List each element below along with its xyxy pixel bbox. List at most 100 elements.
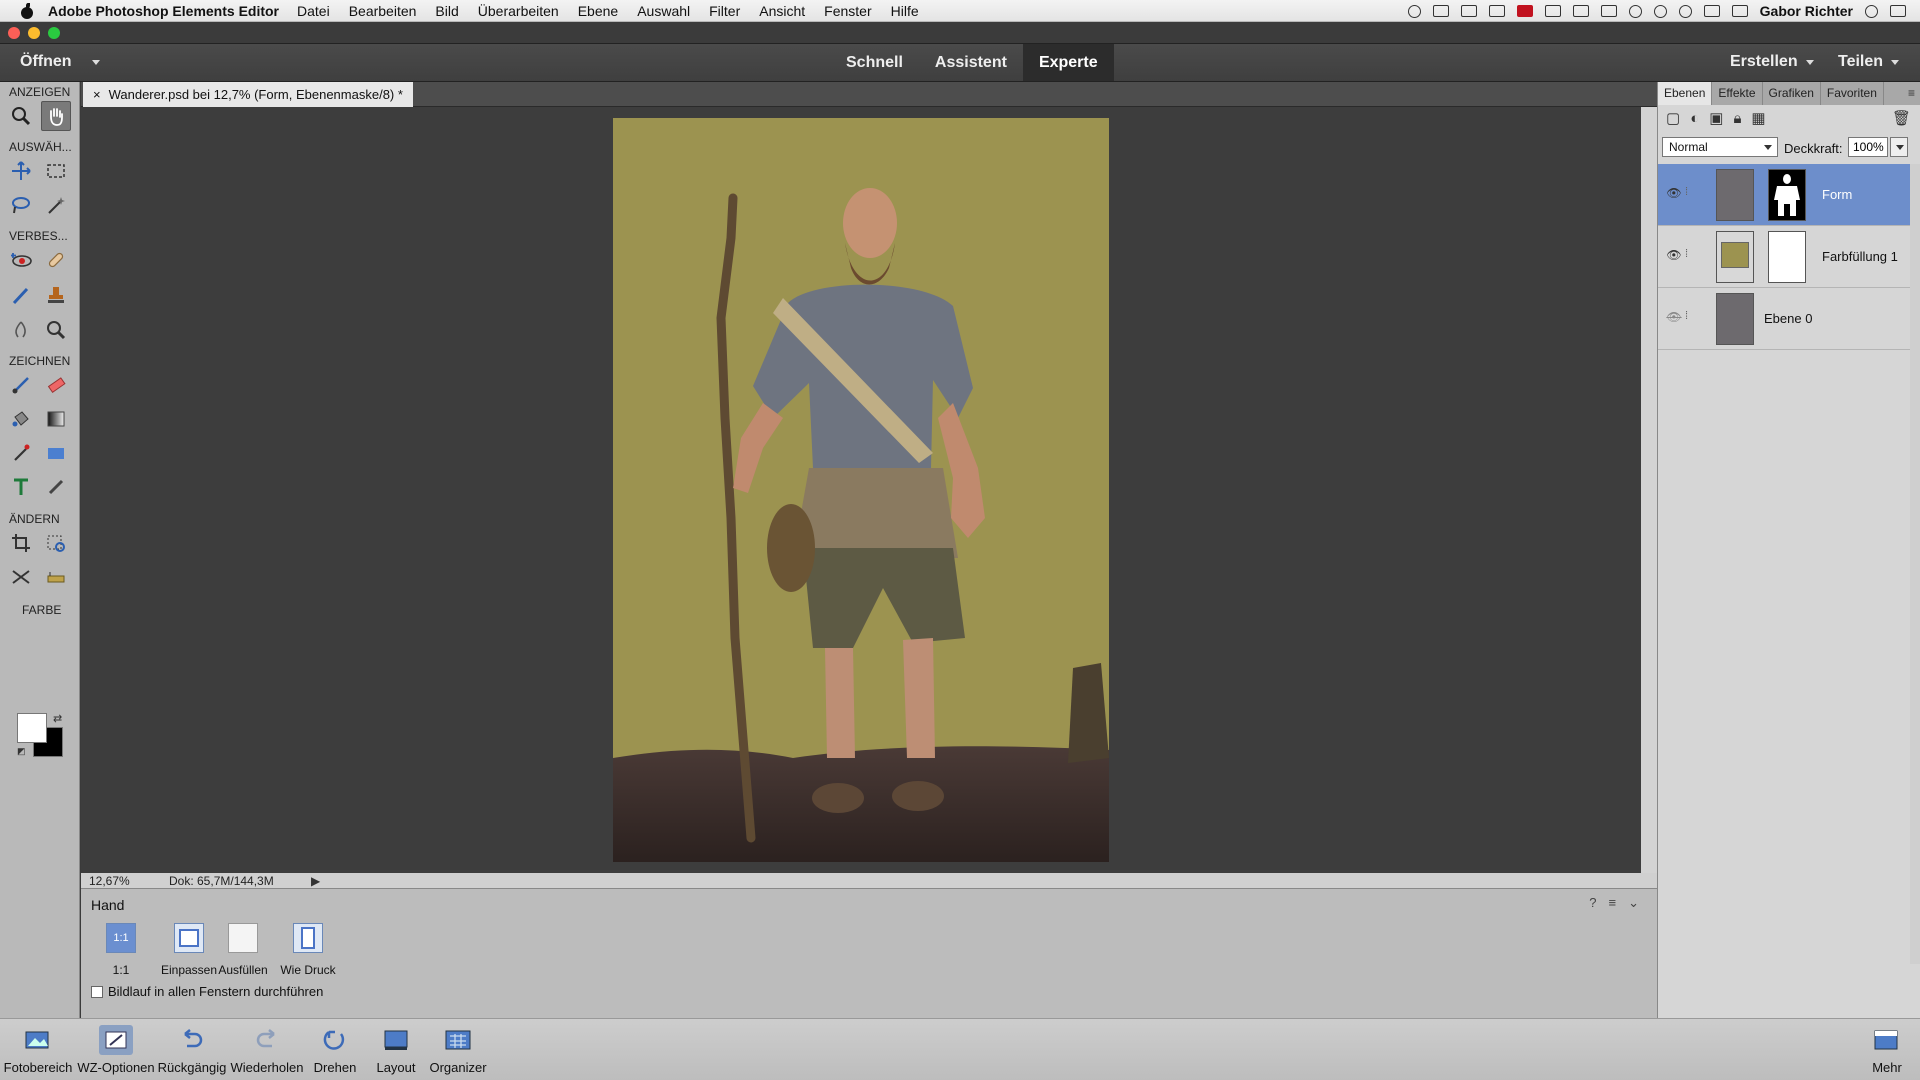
list-icon[interactable] [1890,5,1906,17]
eye-icon[interactable]: 👁︎ [1666,186,1682,202]
wifi-icon[interactable] [1678,4,1692,18]
collapse-options-icon[interactable]: ⌄ [1628,895,1639,911]
tab-ebenen[interactable]: Ebenen [1658,82,1713,105]
tab-grafiken[interactable]: Grafiken [1763,82,1821,105]
menu-ansicht[interactable]: Ansicht [759,3,805,19]
tab-experte[interactable]: Experte [1022,44,1114,81]
open-button[interactable]: Öffnen [20,53,100,71]
lock-transparency-icon[interactable]: ▦ [1751,109,1765,127]
rectangle-shape-tool-icon[interactable] [41,438,71,468]
eject-icon[interactable] [1703,5,1720,17]
menu-auswahl[interactable]: Auswahl [637,3,690,19]
opacity-input[interactable]: 100% [1848,137,1888,157]
app-name-menu[interactable]: Adobe Photoshop Elements Editor [48,3,279,19]
eyedropper-tool-icon[interactable] [6,438,36,468]
time-machine-icon[interactable] [1628,4,1642,18]
smart-brush-tool-icon[interactable] [6,280,36,310]
blur-tool-icon[interactable] [6,315,36,345]
search-icon[interactable] [1865,4,1878,18]
options-menu-icon[interactable]: ≡ [1609,895,1617,911]
crop-tool-icon[interactable] [6,528,36,558]
menu-ueberarbeiten[interactable]: Überarbeiten [478,3,559,19]
menu-fenster[interactable]: Fenster [824,3,871,19]
hand-tool-icon[interactable] [41,101,71,131]
menu-filter[interactable]: Filter [709,3,740,19]
print-size-button[interactable]: Wie Druck [268,923,348,977]
gradient-tool-icon[interactable] [41,404,71,434]
document-tab[interactable]: × Wanderer.psd bei 12,7% (Form, Ebenenma… [83,82,413,107]
marquee-tool-icon[interactable] [41,156,71,186]
menu-bild[interactable]: Bild [435,3,458,19]
swap-colors-icon[interactable]: ⇄ [53,712,62,725]
tool-options-button[interactable]: WZ-Optionen [76,1023,156,1079]
dropbox-icon[interactable] [1572,5,1589,17]
battery-icon[interactable] [1600,5,1617,17]
pencil-tool-icon[interactable] [41,472,71,502]
box-icon[interactable] [1544,5,1561,17]
share-button[interactable]: Teilen [1838,53,1900,71]
menu-datei[interactable]: Datei [297,3,330,19]
layer-mask-thumbnail[interactable] [1768,231,1806,283]
paint-bucket-tool-icon[interactable] [6,404,36,434]
adjustment-layer-icon[interactable]: ◐ [1690,110,1699,127]
bluetooth-icon[interactable] [1653,4,1667,18]
scroll-all-windows-checkbox[interactable]: Bildlauf in allen Fenstern durchführen [91,984,323,999]
type-tool-icon[interactable] [6,472,36,502]
zoom-tool-icon[interactable] [6,101,36,131]
recompose-tool-icon[interactable] [41,528,71,558]
layer-mask-thumbnail[interactable] [1768,169,1806,221]
canvas-vertical-scrollbar[interactable] [1641,107,1657,873]
zoom-window-button[interactable] [48,27,60,39]
layers-scrollbar[interactable] [1910,164,1920,964]
menu-hilfe[interactable]: Hilfe [891,3,919,19]
rotate-button[interactable]: Drehen [308,1023,362,1079]
eraser-tool-icon[interactable] [41,370,71,400]
panel-menu-icon[interactable]: ≡ [1902,82,1920,105]
new-layer-icon[interactable]: ▢ [1666,109,1680,127]
eye-icon[interactable]: 👁︎ [1666,248,1682,264]
volume-icon[interactable] [1731,5,1748,17]
move-tool-icon[interactable] [6,156,36,186]
content-aware-move-tool-icon[interactable] [6,562,36,592]
cloud-icon[interactable] [1460,5,1477,17]
more-button[interactable]: Mehr [1862,1023,1912,1079]
document-image[interactable] [613,118,1109,862]
eye-hidden-icon[interactable]: 👁︎ [1666,310,1682,326]
close-window-button[interactable] [8,27,20,39]
foreground-color-swatch[interactable] [17,713,47,743]
layout-button[interactable]: Layout [370,1023,422,1079]
organizer-button[interactable]: Organizer [426,1023,490,1079]
menu-bearbeiten[interactable]: Bearbeiten [349,3,417,19]
evernote-icon[interactable] [1488,5,1505,17]
blend-mode-select[interactable]: Normal [1662,137,1778,157]
tab-favoriten[interactable]: Favoriten [1821,82,1884,105]
brush-tool-icon[interactable] [6,370,36,400]
zoom-level[interactable]: 12,67% [89,874,130,888]
layer-name[interactable]: Ebene 0 [1764,311,1812,326]
magic-wand-tool-icon[interactable] [41,190,71,220]
user-name[interactable]: Gabor Richter [1760,3,1853,19]
undo-button[interactable]: Rückgängig [156,1023,228,1079]
create-button[interactable]: Erstellen [1730,53,1814,71]
help-icon[interactable]: ? [1589,895,1596,911]
minimize-window-button[interactable] [28,27,40,39]
trash-icon[interactable]: 🗑︎ [1892,109,1911,127]
tab-schnell[interactable]: Schnell [830,44,919,81]
spot-healing-tool-icon[interactable] [41,245,71,275]
record-icon[interactable] [1407,4,1421,18]
default-colors-icon[interactable]: ◩ [17,746,26,757]
redo-button[interactable]: Wiederholen [229,1023,305,1079]
photo-bin-button[interactable]: Fotobereich [0,1023,76,1079]
layer-name[interactable]: Farbfüllung 1 [1822,249,1898,264]
tab-effekte[interactable]: Effekte [1712,82,1763,105]
checkbox-box[interactable] [91,985,103,998]
menu-ebene[interactable]: Ebene [578,3,618,19]
layer-row-farbfuellung[interactable]: 👁︎ ⁞ Farbfüllung 1 [1658,226,1910,288]
layer-row-form[interactable]: 👁︎ ⁞ Form [1658,164,1910,226]
layer-row-ebene0[interactable]: 👁︎ ⁞ Ebene 0 [1658,288,1910,350]
straighten-tool-icon[interactable] [41,562,71,592]
tab-assistent[interactable]: Assistent [919,44,1023,81]
app-red-icon[interactable] [1516,5,1533,17]
red-eye-tool-icon[interactable] [6,245,36,275]
close-tab-icon[interactable]: × [93,87,101,102]
